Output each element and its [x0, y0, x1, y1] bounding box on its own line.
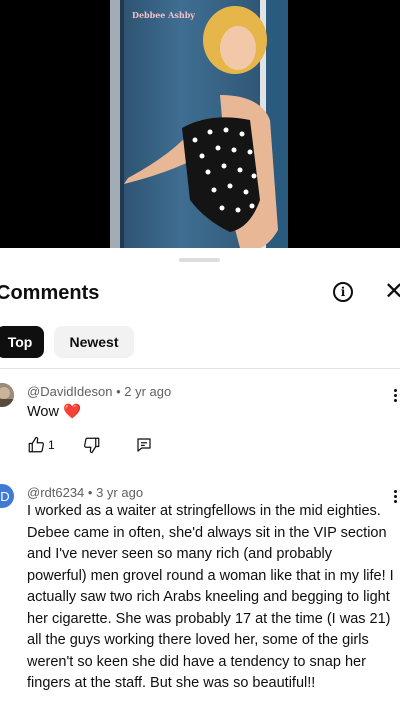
avatar[interactable]: D — [0, 484, 14, 508]
thumbnail-scene — [110, 0, 288, 248]
more-options-icon[interactable] — [394, 389, 400, 404]
dislike-button[interactable] — [83, 436, 101, 454]
thumbnail-title: Debbee Ashby — [132, 10, 195, 20]
avatar-letter: D — [0, 488, 10, 504]
like-count: 1 — [48, 438, 55, 452]
comments-sheet: Comments i ✕ Top Newest @DavidIdeson • 2… — [0, 248, 400, 717]
info-icon[interactable]: i — [333, 282, 353, 302]
reply-icon — [137, 438, 151, 452]
comment-meta: @DavidIdeson • 2 yr ago — [27, 384, 172, 399]
avatar-image — [0, 383, 14, 407]
video-thumbnail: Debbee Ashby — [110, 0, 288, 248]
divider — [0, 368, 400, 369]
sort-tab-top[interactable]: Top — [0, 326, 44, 358]
comments-title: Comments — [0, 282, 100, 304]
comment-text: I worked as a waiter at stringfellows in… — [27, 503, 394, 691]
comment-author[interactable]: @DavidIdeson — [27, 384, 112, 399]
comment-author[interactable]: @rdt6234 — [27, 485, 84, 500]
reply-button[interactable] — [135, 436, 153, 454]
avatar[interactable] — [0, 383, 14, 407]
comment-age: 3 yr ago — [96, 485, 144, 500]
thumbs-up-icon — [28, 436, 44, 453]
comment-text: Wow ❤️ — [27, 402, 395, 424]
like-button[interactable]: 1 — [27, 436, 55, 454]
drag-handle[interactable] — [179, 258, 220, 262]
comment-text-content: Wow — [27, 404, 59, 420]
more-options-icon[interactable] — [394, 490, 400, 505]
sort-tab-newest[interactable]: Newest — [54, 326, 134, 358]
thumbs-down-icon — [84, 437, 100, 454]
heart-emoji: ❤️ — [63, 404, 82, 420]
video-player[interactable]: Debbee Ashby — [0, 0, 400, 248]
close-icon[interactable]: ✕ — [384, 280, 400, 304]
comment-meta: @rdt6234 • 3 yr ago — [27, 485, 144, 500]
comment-age: 2 yr ago — [124, 384, 172, 399]
